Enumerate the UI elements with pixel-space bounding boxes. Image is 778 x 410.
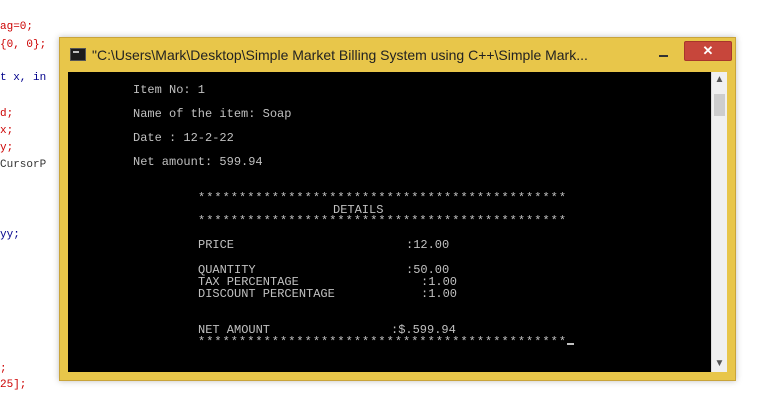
console-app-icon[interactable] (70, 48, 86, 61)
date-line: Date : 12-2-22 (133, 131, 234, 145)
code-line: y; (0, 142, 14, 154)
scroll-down-arrow-icon[interactable]: ▼ (712, 356, 727, 372)
code-line: yy; (0, 229, 20, 241)
price-value: :12.00 (406, 238, 450, 252)
console-output[interactable]: Item No: 1 Name of the item: Soap Date :… (68, 72, 711, 372)
code-line: 25]; (0, 379, 27, 391)
code-line: d; (0, 108, 14, 120)
code-line: t x, in (0, 72, 47, 84)
code-line: CursorP (0, 159, 47, 171)
title-bar[interactable]: "C:\Users\Mark\Desktop\Simple Market Bil… (60, 38, 735, 72)
code-line: ; (0, 363, 7, 375)
stars-bottom: ****************************************… (198, 335, 568, 349)
text-cursor (567, 343, 575, 345)
stars-separator: ****************************************… (198, 335, 575, 349)
window-title: "C:\Users\Mark\Desktop\Simple Market Bil… (92, 47, 588, 63)
stars-separator: ****************************************… (198, 214, 568, 228)
scroll-up-arrow-icon[interactable]: ▲ (712, 72, 727, 88)
console-window[interactable]: "C:\Users\Mark\Desktop\Simple Market Bil… (59, 37, 736, 381)
code-line: x; (0, 125, 14, 137)
code-line: ag=0; (0, 21, 34, 33)
discount-value: :1.00 (421, 287, 458, 301)
item-name-line: Name of the item: Soap (133, 107, 292, 121)
minimize-button[interactable] (651, 43, 677, 63)
vertical-scrollbar[interactable]: ▲ ▼ (711, 72, 727, 372)
net-amount-line: Net amount: 599.94 (133, 155, 263, 169)
discount-label: DISCOUNT PERCENTAGE (198, 287, 335, 301)
scroll-thumb[interactable] (714, 94, 725, 116)
item-number-line: Item No: 1 (133, 83, 206, 97)
code-line: {0, 0}; (0, 39, 47, 51)
price-label: PRICE (198, 238, 235, 252)
close-button[interactable]: ✕ (684, 41, 732, 61)
